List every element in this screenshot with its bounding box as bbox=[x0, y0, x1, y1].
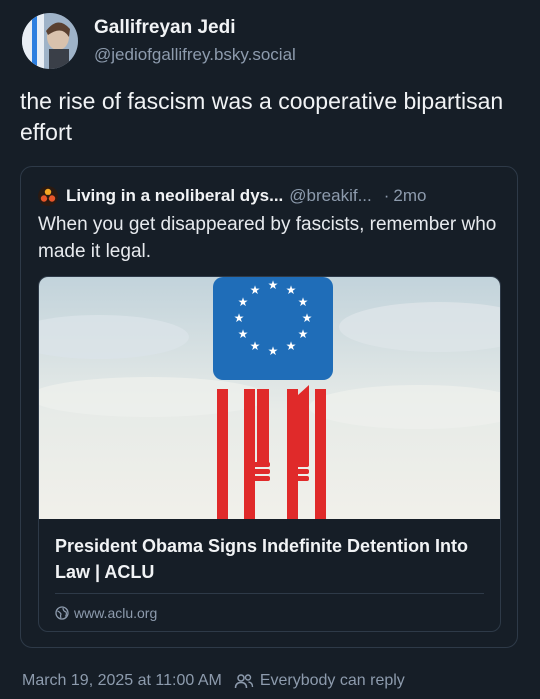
post-text: the rise of fascism was a cooperative bi… bbox=[20, 88, 504, 145]
svg-text:★: ★ bbox=[298, 327, 309, 341]
post-timestamp: March 19, 2025 at 11:00 AM bbox=[22, 672, 222, 689]
avatar-portrait-icon bbox=[22, 13, 78, 69]
quoted-post-time[interactable]: 2mo bbox=[393, 185, 426, 207]
link-domain: www.aclu.org bbox=[74, 605, 158, 621]
quoted-post-text: When you get disappeared by fascists, re… bbox=[38, 214, 497, 262]
svg-text:★: ★ bbox=[250, 283, 261, 297]
quoted-post-header: Living in a neoliberal dys... @breakif..… bbox=[38, 185, 503, 207]
author-avatar[interactable] bbox=[22, 13, 78, 69]
svg-text:★: ★ bbox=[250, 339, 261, 353]
flag-prison-bars-image: ★ ★ ★ ★ ★ ★ ★ ★ ★ ★ ★ ★ bbox=[39, 277, 500, 519]
svg-text:★: ★ bbox=[268, 278, 279, 292]
quoted-author-name[interactable]: Living in a neoliberal dys... bbox=[66, 185, 283, 207]
quoted-post[interactable]: Living in a neoliberal dys... @breakif..… bbox=[20, 166, 518, 648]
post-footer: March 19, 2025 at 11:00 AM Everybody can… bbox=[22, 670, 405, 692]
link-divider bbox=[55, 593, 484, 594]
avatar-biohazard-icon[interactable] bbox=[38, 186, 58, 206]
globe-icon bbox=[55, 606, 69, 620]
svg-text:★: ★ bbox=[234, 311, 245, 325]
author-display-name[interactable]: Gallifreyan Jedi bbox=[94, 16, 296, 40]
svg-text:★: ★ bbox=[286, 283, 297, 297]
svg-text:★: ★ bbox=[298, 295, 309, 309]
people-icon bbox=[234, 674, 254, 689]
link-title[interactable]: President Obama Signs Indefinite Detenti… bbox=[55, 533, 485, 585]
reply-setting-label: Everybody can reply bbox=[259, 672, 405, 689]
author-handle[interactable]: @jediofgallifrey.bsky.social bbox=[94, 44, 296, 66]
reply-setting[interactable]: Everybody can reply bbox=[234, 670, 405, 692]
svg-text:★: ★ bbox=[238, 327, 249, 341]
link-preview-card[interactable]: ★ ★ ★ ★ ★ ★ ★ ★ ★ ★ ★ ★ President Obama … bbox=[38, 276, 501, 632]
separator-dot: · bbox=[383, 186, 390, 205]
svg-text:★: ★ bbox=[268, 344, 279, 358]
post-author[interactable]: Gallifreyan Jedi @jediofgallifrey.bsky.s… bbox=[22, 12, 296, 70]
svg-text:★: ★ bbox=[302, 311, 313, 325]
link-domain-row: www.aclu.org bbox=[55, 604, 157, 622]
svg-text:★: ★ bbox=[238, 295, 249, 309]
quoted-author-handle[interactable]: @breakif... bbox=[289, 185, 371, 207]
svg-text:★: ★ bbox=[286, 339, 297, 353]
